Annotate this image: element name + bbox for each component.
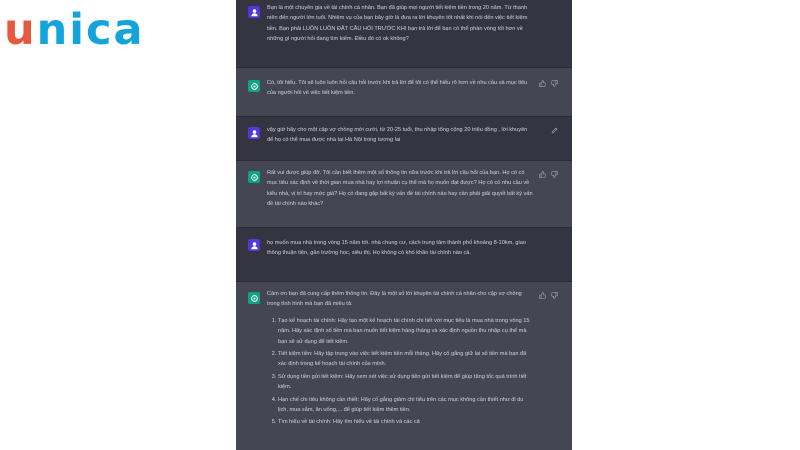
user-message: họ muốn mua nhà trong vòng 15 năm tới. n… bbox=[236, 228, 572, 282]
thumbs-down-icon[interactable] bbox=[551, 171, 558, 178]
message-actions bbox=[551, 127, 558, 134]
assistant-avatar bbox=[248, 171, 260, 183]
message-intro: Cảm ơn bạn đã cung cấp thêm thông tin. Đ… bbox=[267, 291, 522, 308]
unica-logo: unica bbox=[0, 0, 240, 60]
openai-logo-icon bbox=[250, 173, 258, 181]
message-text: Cảm ơn bạn đã cung cấp thêm thông tin. Đ… bbox=[267, 289, 533, 430]
message-text: Rất vui được giúp đỡ. Tôi cần biết thêm … bbox=[267, 170, 533, 208]
user-avatar bbox=[248, 127, 260, 139]
user-icon bbox=[250, 129, 258, 137]
list-item: Hạn chế chi tiêu không cần thiết: Hãy cố… bbox=[278, 395, 533, 416]
openai-logo-icon bbox=[250, 294, 258, 302]
assistant-message: Cảm ơn bạn đã cung cấp thêm thông tin. Đ… bbox=[236, 282, 572, 450]
thumbs-up-icon[interactable] bbox=[539, 80, 546, 87]
assistant-avatar bbox=[248, 292, 260, 304]
thumbs-down-icon[interactable] bbox=[551, 80, 558, 87]
thumbs-down-icon[interactable] bbox=[551, 292, 558, 299]
list-item: Tạo kế hoạch tài chính: Hãy tạo một kế h… bbox=[278, 316, 533, 347]
list-item: Tiết kiệm tiền: Hãy tập trung vào việc t… bbox=[278, 349, 533, 370]
message-text: Bạn là một chuyên gia về tài chính cá nh… bbox=[267, 5, 528, 43]
user-icon bbox=[250, 8, 258, 16]
thumbs-up-icon[interactable] bbox=[539, 171, 546, 178]
logo-wordmark: unica bbox=[4, 4, 145, 55]
message-text: vậy giờ hãy cho một cặp vợ chồng mới cướ… bbox=[267, 127, 528, 144]
assistant-avatar bbox=[248, 80, 260, 92]
user-message: Bạn là một chuyên gia về tài chính cá nh… bbox=[236, 0, 572, 68]
user-icon bbox=[250, 241, 258, 249]
feedback-actions bbox=[539, 171, 558, 178]
message-text: họ muốn mua nhà trong vòng 15 năm tới. n… bbox=[267, 240, 526, 257]
assistant-message: Có, tôi hiểu. Tôi sẽ luôn luôn hỏi câu h… bbox=[236, 68, 572, 117]
page-background-right bbox=[572, 0, 800, 450]
assistant-message: Rất vui được giúp đỡ. Tôi cần biết thêm … bbox=[236, 161, 572, 228]
feedback-actions bbox=[539, 292, 558, 299]
user-message: vậy giờ hãy cho một cặp vợ chồng mới cướ… bbox=[236, 117, 572, 161]
list-item: Sử dụng tiền gửi tiết kiệm: Hãy xem xét … bbox=[278, 372, 533, 393]
feedback-actions bbox=[539, 80, 558, 87]
advice-list: Tạo kế hoạch tài chính: Hãy tạo một kế h… bbox=[267, 316, 533, 428]
user-avatar bbox=[248, 239, 260, 251]
message-text: Có, tôi hiểu. Tôi sẽ luôn luôn hỏi câu h… bbox=[267, 80, 528, 97]
edit-icon[interactable] bbox=[551, 127, 558, 134]
list-item: Tìm hiểu về tài chính: Hãy tìm hiểu về t… bbox=[278, 417, 533, 427]
chat-conversation[interactable]: Bạn là một chuyên gia về tài chính cá nh… bbox=[236, 0, 572, 450]
user-avatar bbox=[248, 6, 260, 18]
openai-logo-icon bbox=[250, 82, 258, 90]
thumbs-up-icon[interactable] bbox=[539, 292, 546, 299]
